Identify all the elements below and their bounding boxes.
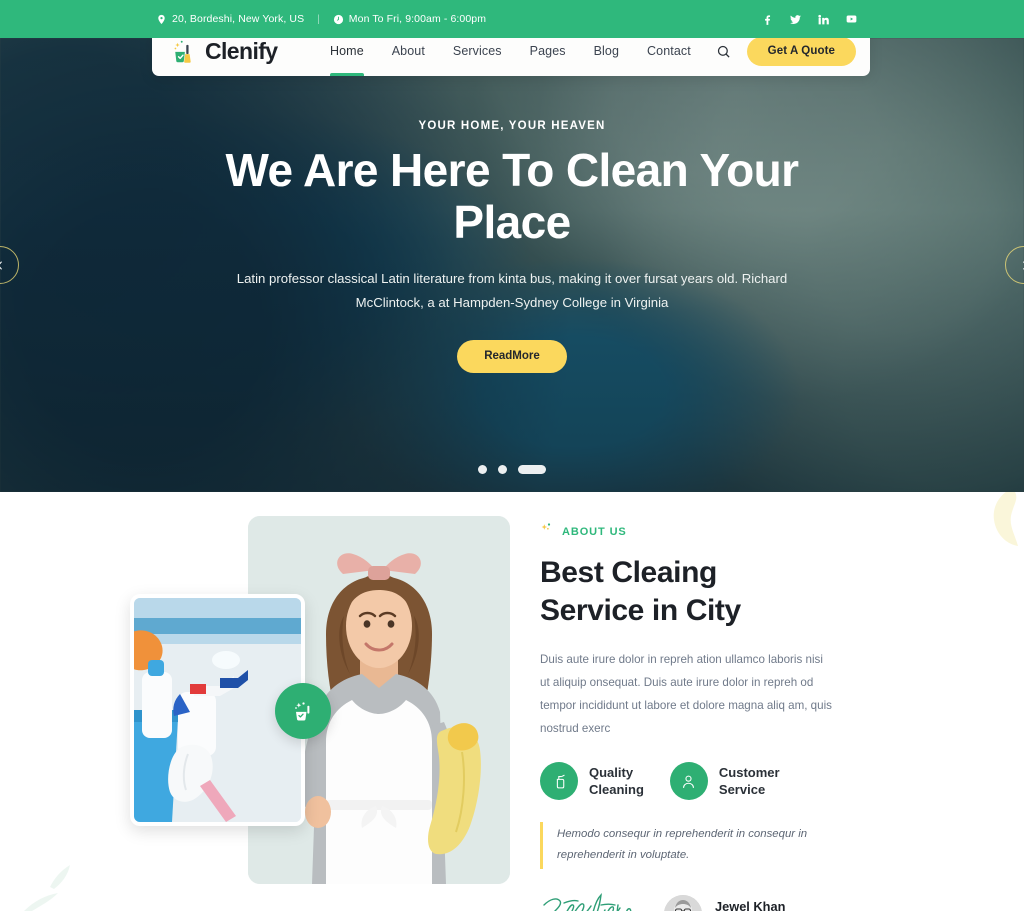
- top-info-bar: 20, Bordeshi, New York, US | Mon To Fri,…: [0, 0, 1024, 38]
- about-content: ABOUT US Best Cleaing Service in City Du…: [522, 520, 872, 911]
- slider-dot-1[interactable]: [478, 465, 487, 474]
- author-meta: Jewel Khan Founder & CEO: [715, 899, 793, 911]
- topbar-hours-text: Mon To Fri, 9:00am - 6:00pm: [348, 13, 487, 25]
- cleaning-bucket-icon: [170, 37, 198, 65]
- social-links: [761, 13, 858, 26]
- twitter-icon[interactable]: [789, 13, 802, 26]
- hero-slider: YOUR HOME, YOUR HEAVEN We Are Here To Cl…: [0, 38, 1024, 492]
- feature-1-line-1: Quality: [589, 764, 634, 780]
- topbar-address-text: 20, Bordeshi, New York, US: [172, 13, 305, 25]
- feature-1-line-2: Cleaning: [589, 782, 644, 798]
- feature-2-line-2: Service: [718, 782, 766, 798]
- hero-description: Latin professor classical Latin literatu…: [236, 270, 788, 311]
- facebook-icon[interactable]: [761, 13, 774, 26]
- feature-customer-service: Customer Service: [669, 762, 780, 801]
- clock-icon: [333, 14, 344, 25]
- spray-bottle-icon: [540, 762, 578, 801]
- sparkle-icon: [540, 522, 555, 542]
- about-badge-icon: [275, 683, 331, 739]
- topbar-address: 20, Bordeshi, New York, US: [156, 13, 304, 25]
- youtube-icon[interactable]: [845, 13, 858, 26]
- topbar-hours: Mon To Fri, 9:00am - 6:00pm: [333, 13, 486, 25]
- get-a-quote-button[interactable]: Get A Quote: [746, 36, 856, 66]
- signature-image: [540, 891, 644, 911]
- about-quote: Hemodo consequr in reprehenderit in cons…: [540, 822, 820, 869]
- chevron-right-icon: [1022, 260, 1024, 270]
- hero-readmore-button[interactable]: ReadMore: [457, 339, 567, 373]
- topbar-contact-group: 20, Bordeshi, New York, US | Mon To Fri,…: [156, 13, 761, 25]
- site-logo[interactable]: Clenify: [170, 37, 300, 65]
- about-title-line-2: Service in City: [540, 593, 741, 627]
- author-name: Jewel Khan: [715, 899, 786, 911]
- linkedin-icon[interactable]: [817, 13, 830, 26]
- hero-eyebrow: YOUR HOME, YOUR HEAVEN: [418, 120, 606, 132]
- about-author: Jewel Khan Founder & CEO: [540, 891, 872, 911]
- about-eyebrow: ABOUT US: [540, 522, 872, 542]
- about-title-line-1: Best Cleaing: [540, 556, 717, 589]
- location-pin-icon: [156, 14, 167, 25]
- hero-title: We Are Here To Clean Your Place: [225, 144, 800, 249]
- about-media: [122, 516, 522, 910]
- topbar-separator: |: [317, 13, 320, 25]
- slider-dot-2[interactable]: [498, 465, 507, 474]
- avatar: [664, 895, 702, 911]
- sparkle-clean-icon: [295, 702, 310, 721]
- slider-dots: [0, 465, 1024, 474]
- feature-customer-service-label: Customer Service: [719, 764, 780, 799]
- slider-dot-3[interactable]: [518, 465, 546, 474]
- about-features: Quality Cleaning Customer Service: [540, 762, 872, 801]
- chevron-left-icon: [0, 260, 2, 270]
- about-description: Duis aute irure dolor in repreh ation ul…: [540, 652, 832, 736]
- navbar-actions: Get A Quote: [716, 36, 856, 66]
- user-support-icon: [669, 762, 708, 801]
- feature-quality-cleaning-label: Quality Cleaning: [589, 764, 644, 799]
- feature-2-line-1: Customer: [718, 764, 780, 780]
- about-eyebrow-text: ABOUT US: [562, 526, 627, 538]
- search-icon[interactable]: [716, 44, 731, 59]
- feature-quality-cleaning: Quality Cleaning: [540, 762, 644, 801]
- about-title: Best Cleaing Service in City: [540, 554, 872, 630]
- about-section: ABOUT US Best Cleaing Service in City Du…: [0, 492, 1024, 911]
- logo-text: Clenify: [205, 37, 278, 64]
